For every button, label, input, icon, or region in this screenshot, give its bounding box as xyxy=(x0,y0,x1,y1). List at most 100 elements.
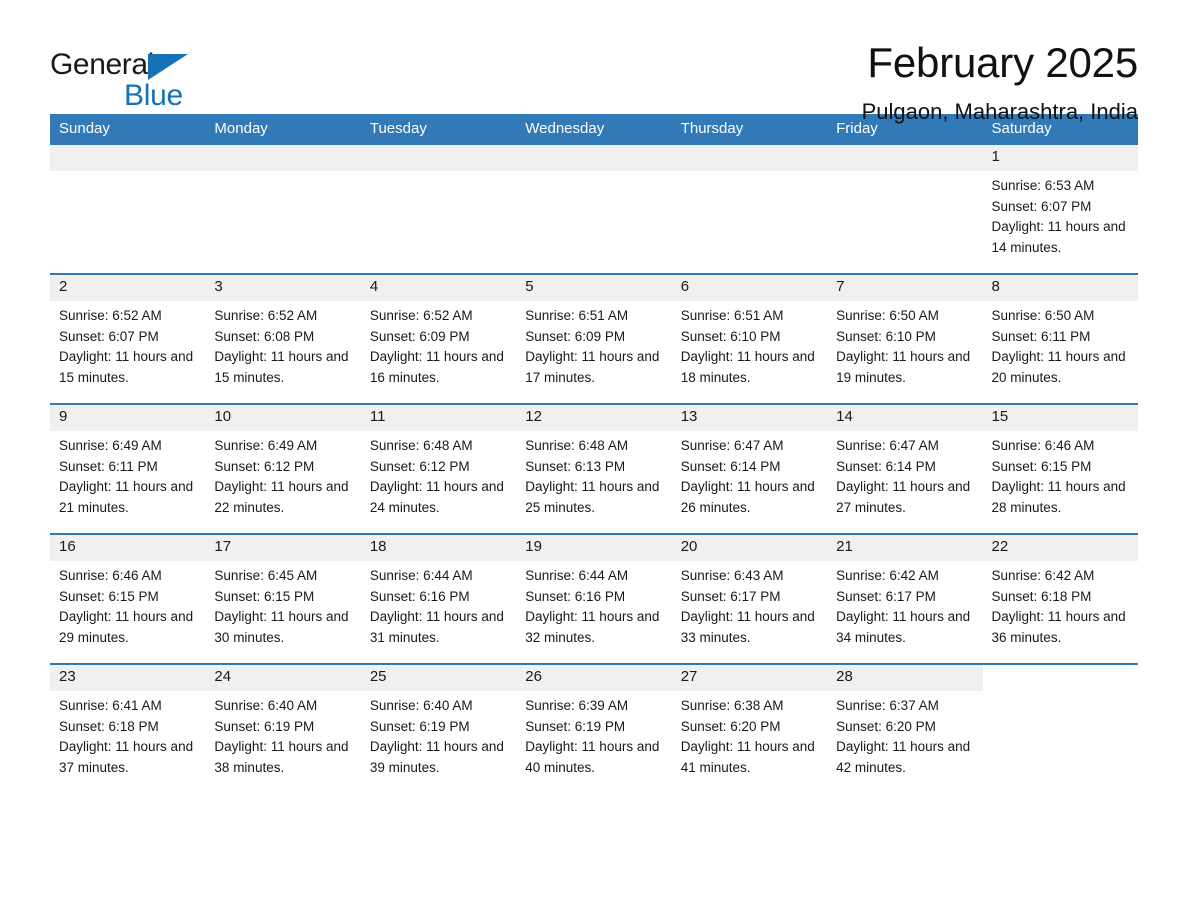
page-title: February 2025 xyxy=(867,39,1138,86)
day-cell-inner: 28 Sunrise: 6:37 AM Sunset: 6:20 PM Dayligh… xyxy=(827,665,983,793)
day-cell-inner: 10 Sunrise: 6:49 AM Sunset: 6:12 PM Dayligh… xyxy=(205,405,361,533)
calendar-day-cell[interactable]: 3 Sunrise: 6:52 AM Sunset: 6:08 PM Daylight… xyxy=(205,273,361,404)
sunset-time: Sunset: 6:13 PM xyxy=(525,458,626,474)
day-cell-inner: 6 Sunrise: 6:51 AM Sunset: 6:10 PM Daylight… xyxy=(671,275,828,403)
sunrise-time: Sunrise: 6:44 AM xyxy=(369,568,473,583)
calendar-day-cell[interactable]: 6 Sunrise: 6:51 AM Sunset: 6:10 PM Daylight… xyxy=(671,273,828,404)
daylight-duration: Daylight: 11 hours and 19 minutes. xyxy=(836,349,971,385)
sunrise-time: Sunrise: 6:40 AM xyxy=(369,698,473,713)
sunrise-time: Sunrise: 6:51 AM xyxy=(680,308,784,323)
calendar-day-cell[interactable]: 17 Sunrise: 6:45 AM Sunset: 6:15 PM Dayligh… xyxy=(205,533,361,664)
calendar-day-cell[interactable]: 28 Sunrise: 6:37 AM Sunset: 6:20 PM Dayligh… xyxy=(827,663,983,793)
day-details: Sunrise: 6:49 AM Sunset: 6:12 PM Daylight:… xyxy=(205,431,360,518)
sunset-time: Sunset: 6:16 PM xyxy=(525,588,626,604)
day-details: Sunrise: 6:42 AM Sunset: 6:18 PM Daylight:… xyxy=(983,561,1138,648)
sunset-time: Sunset: 6:15 PM xyxy=(991,458,1092,474)
day-details: Sunrise: 6:53 AM Sunset: 6:07 PM Daylight:… xyxy=(983,171,1138,258)
calendar-day-cell[interactable]: 22 Sunrise: 6:42 AM Sunset: 6:18 PM Dayligh… xyxy=(982,533,1138,664)
sunrise-time: Sunrise: 6:43 AM xyxy=(680,568,784,583)
day-cell-inner: 13 Sunrise: 6:47 AM Sunset: 6:14 PM Dayligh… xyxy=(671,405,828,533)
calendar-day-cell[interactable]: 10 Sunrise: 6:49 AM Sunset: 6:12 PM Dayligh… xyxy=(205,403,361,534)
calendar-day-cell[interactable]: 8 Sunrise: 6:50 AM Sunset: 6:11 PM Daylight… xyxy=(982,273,1138,404)
page-header: General Blue February 2025 Pulgaon, Maha… xyxy=(50,0,1138,124)
day-cell-inner xyxy=(516,145,672,273)
daylight-duration: Daylight: 11 hours and 38 minutes. xyxy=(214,739,349,775)
sunrise-time: Sunrise: 6:47 AM xyxy=(836,438,939,453)
sunrise-time: Sunrise: 6:39 AM xyxy=(525,698,629,713)
daylight-duration: Daylight: 11 hours and 39 minutes. xyxy=(369,739,504,775)
day-cell-inner: 16 Sunrise: 6:46 AM Sunset: 6:15 PM Dayligh… xyxy=(50,535,206,663)
day-details: Sunrise: 6:44 AM Sunset: 6:16 PM Daylight:… xyxy=(361,561,516,648)
calendar-day-cell[interactable]: 18 Sunrise: 6:44 AM Sunset: 6:16 PM Dayligh… xyxy=(360,533,517,664)
calendar-day-cell[interactable]: 27 Sunrise: 6:38 AM Sunset: 6:20 PM Dayligh… xyxy=(671,663,828,793)
calendar-day-cell[interactable]: 13 Sunrise: 6:47 AM Sunset: 6:14 PM Dayligh… xyxy=(671,403,828,534)
sunset-time: Sunset: 6:19 PM xyxy=(525,718,626,734)
calendar-day-cell[interactable]: 19 Sunrise: 6:44 AM Sunset: 6:16 PM Dayligh… xyxy=(516,533,672,664)
calendar-week-row: 2 Sunrise: 6:52 AM Sunset: 6:07 PM Daylight… xyxy=(50,273,1138,404)
calendar-day-cell[interactable]: 9 Sunrise: 6:49 AM Sunset: 6:11 PM Daylight… xyxy=(50,403,206,534)
day-cell-inner: 25 Sunrise: 6:40 AM Sunset: 6:19 PM Dayligh… xyxy=(360,665,517,793)
calendar-day-cell[interactable]: 20 Sunrise: 6:43 AM Sunset: 6:17 PM Dayligh… xyxy=(671,533,828,664)
sunrise-time: Sunrise: 6:48 AM xyxy=(525,438,629,453)
calendar-day-cell[interactable]: 24 Sunrise: 6:40 AM Sunset: 6:19 PM Dayligh… xyxy=(205,663,361,793)
day-number: 20 xyxy=(671,535,828,561)
calendar-day-cell[interactable]: 2 Sunrise: 6:52 AM Sunset: 6:07 PM Daylight… xyxy=(50,273,206,404)
sunrise-time: Sunrise: 6:53 AM xyxy=(991,178,1095,193)
calendar-day-cell-empty xyxy=(205,145,361,274)
day-cell-inner: 11 Sunrise: 6:48 AM Sunset: 6:12 PM Dayligh… xyxy=(360,405,517,533)
calendar-day-cell[interactable]: 11 Sunrise: 6:48 AM Sunset: 6:12 PM Dayligh… xyxy=(360,403,517,534)
calendar-day-cell[interactable]: 5 Sunrise: 6:51 AM Sunset: 6:09 PM Daylight… xyxy=(516,273,672,404)
calendar-day-cell[interactable]: 14 Sunrise: 6:47 AM Sunset: 6:14 PM Dayligh… xyxy=(827,403,983,534)
calendar-day-cell[interactable]: 7 Sunrise: 6:50 AM Sunset: 6:10 PM Daylight… xyxy=(827,273,983,404)
calendar-day-cell[interactable]: 4 Sunrise: 6:52 AM Sunset: 6:09 PM Daylight… xyxy=(360,273,517,404)
day-number: 12 xyxy=(516,405,672,431)
day-number: 28 xyxy=(827,665,983,691)
day-details: Sunrise: 6:52 AM Sunset: 6:08 PM Daylight:… xyxy=(205,301,360,388)
sunset-time: Sunset: 6:10 PM xyxy=(836,328,936,344)
day-number: 24 xyxy=(205,665,361,691)
day-details: Sunrise: 6:47 AM Sunset: 6:14 PM Daylight:… xyxy=(827,431,982,518)
sunrise-time: Sunrise: 6:42 AM xyxy=(991,568,1095,583)
day-number: 15 xyxy=(982,405,1138,431)
daylight-duration: Daylight: 11 hours and 31 minutes. xyxy=(369,609,504,645)
day-details: Sunrise: 6:48 AM Sunset: 6:12 PM Daylight:… xyxy=(361,431,516,518)
day-cell-inner: 3 Sunrise: 6:52 AM Sunset: 6:08 PM Daylight… xyxy=(205,275,361,403)
day-cell-inner xyxy=(360,145,517,273)
calendar-week-row: 23 Sunrise: 6:41 AM Sunset: 6:18 PM Dayligh… xyxy=(50,663,1138,793)
day-cell-inner: 4 Sunrise: 6:52 AM Sunset: 6:09 PM Daylight… xyxy=(360,275,517,403)
sunset-time: Sunset: 6:19 PM xyxy=(214,718,315,734)
sunset-time: Sunset: 6:14 PM xyxy=(680,458,781,474)
daylight-duration: Daylight: 11 hours and 32 minutes. xyxy=(525,609,660,645)
calendar-day-cell[interactable]: 1 Sunrise: 6:53 AM Sunset: 6:07 PM Daylight… xyxy=(982,145,1138,274)
daylight-duration: Daylight: 11 hours and 22 minutes. xyxy=(214,479,349,515)
calendar-day-cell[interactable]: 23 Sunrise: 6:41 AM Sunset: 6:18 PM Dayligh… xyxy=(50,663,206,793)
day-number: 25 xyxy=(360,665,517,691)
day-cell-inner xyxy=(827,145,983,273)
calendar-day-cell[interactable]: 12 Sunrise: 6:48 AM Sunset: 6:13 PM Dayligh… xyxy=(516,403,672,534)
day-number: 21 xyxy=(827,535,983,561)
daylight-duration: Daylight: 11 hours and 36 minutes. xyxy=(991,609,1126,645)
calendar-day-cell[interactable]: 25 Sunrise: 6:40 AM Sunset: 6:19 PM Dayligh… xyxy=(360,663,517,793)
daylight-duration: Daylight: 11 hours and 40 minutes. xyxy=(525,739,660,775)
sunrise-time: Sunrise: 6:49 AM xyxy=(59,438,162,453)
day-cell-inner: 2 Sunrise: 6:52 AM Sunset: 6:07 PM Daylight… xyxy=(50,275,206,403)
calendar-day-cell-empty xyxy=(827,145,983,274)
day-details: Sunrise: 6:52 AM Sunset: 6:07 PM Daylight:… xyxy=(50,301,205,388)
weekday-header-sunday: Sunday xyxy=(50,114,206,145)
day-number: 1 xyxy=(982,145,1138,171)
calendar-day-cell[interactable]: 21 Sunrise: 6:42 AM Sunset: 6:17 PM Dayligh… xyxy=(827,533,983,664)
day-number xyxy=(982,665,1138,691)
calendar-day-cell[interactable]: 26 Sunrise: 6:39 AM Sunset: 6:19 PM Dayligh… xyxy=(516,663,672,793)
day-number xyxy=(360,145,517,171)
daylight-duration: Daylight: 11 hours and 24 minutes. xyxy=(369,479,504,515)
calendar-week-row: 1 Sunrise: 6:53 AM Sunset: 6:07 PM Daylight… xyxy=(50,145,1138,274)
calendar-day-cell-empty xyxy=(516,145,672,274)
day-number: 8 xyxy=(982,275,1138,301)
calendar-day-cell[interactable]: 16 Sunrise: 6:46 AM Sunset: 6:15 PM Dayligh… xyxy=(50,533,206,664)
day-cell-inner: 15 Sunrise: 6:46 AM Sunset: 6:15 PM Dayligh… xyxy=(982,405,1138,533)
sunset-time: Sunset: 6:11 PM xyxy=(59,458,158,474)
sunset-time: Sunset: 6:20 PM xyxy=(680,718,781,734)
day-details: Sunrise: 6:50 AM Sunset: 6:10 PM Daylight:… xyxy=(827,301,982,388)
calendar-day-cell[interactable]: 15 Sunrise: 6:46 AM Sunset: 6:15 PM Dayligh… xyxy=(982,403,1138,534)
daylight-duration: Daylight: 11 hours and 28 minutes. xyxy=(991,479,1126,515)
